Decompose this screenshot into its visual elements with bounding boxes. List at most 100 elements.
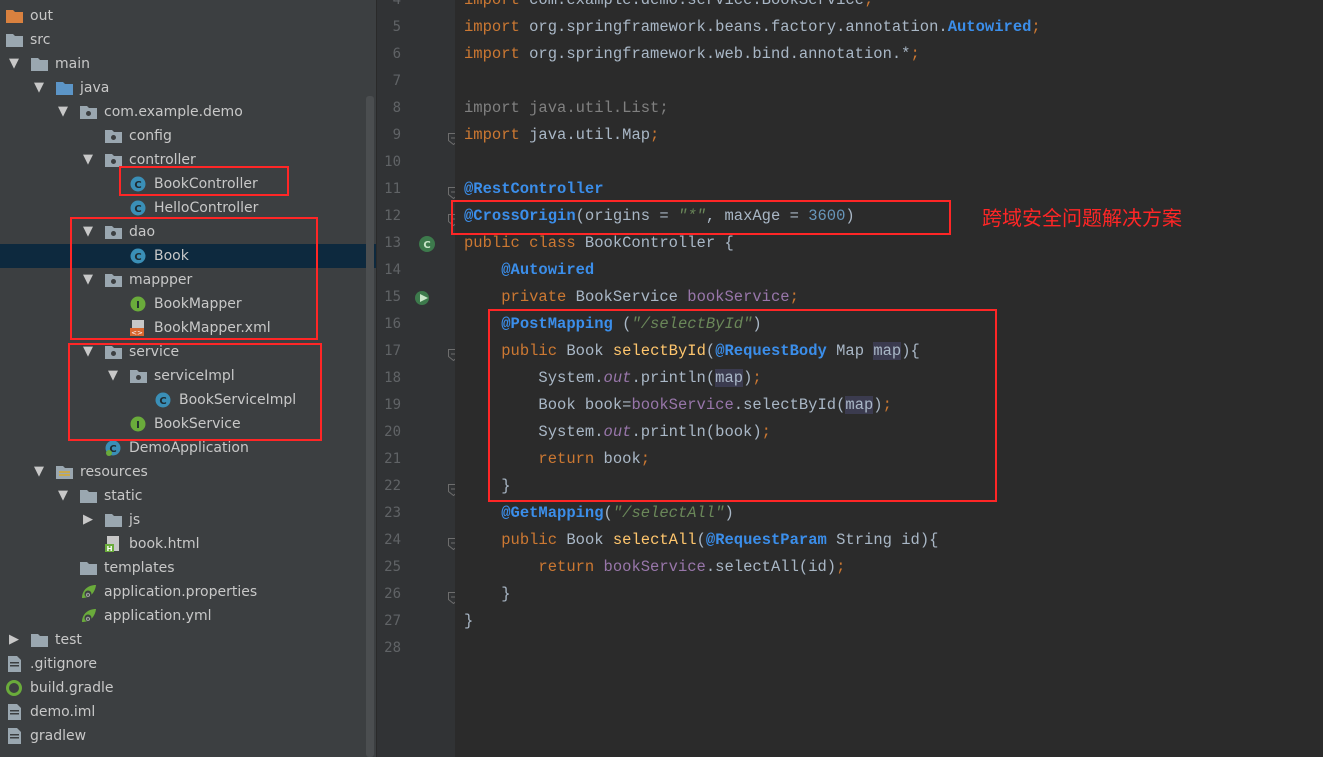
expand-arrow-icon[interactable]: ▼ (81, 148, 95, 172)
tree-item-label: static (104, 488, 143, 504)
tree-item-config[interactable]: config (0, 124, 376, 148)
code-line[interactable]: import org.springframework.beans.factory… (464, 14, 1041, 41)
tree-item-resources[interactable]: ▼ resources (0, 460, 376, 484)
code-token: ; (910, 45, 920, 63)
code-line[interactable]: import com.example.demo.service.BookServ… (464, 0, 873, 14)
code-token: @Autowired (501, 261, 595, 279)
line-number: 26 (384, 586, 401, 602)
code-token: import (464, 0, 530, 9)
spring-bean-gutter-icon[interactable]: C (418, 235, 436, 253)
gradle-icon (6, 680, 23, 696)
line-number: 24 (384, 532, 401, 548)
code-line[interactable]: @RestController (464, 176, 604, 203)
tree-item-label: .gitignore (30, 656, 97, 672)
tree-item-label: test (55, 632, 82, 648)
tree-item-gradlew[interactable]: gradlew (0, 724, 376, 748)
code-token: } (464, 612, 474, 630)
collapse-arrow-icon[interactable]: ▶ (7, 628, 21, 652)
line-number: 13 (384, 235, 401, 251)
line-number: 15 (384, 289, 401, 305)
expand-arrow-icon[interactable]: ▼ (7, 52, 21, 76)
code-line[interactable]: public Book selectAll(@RequestParam Stri… (464, 527, 938, 554)
code-token: ; (836, 558, 846, 576)
line-number: 7 (392, 73, 401, 89)
tree-item-label: src (30, 32, 51, 48)
tree-item-static[interactable]: ▼ static (0, 484, 376, 508)
collapse-arrow-icon[interactable]: ▶ (81, 508, 95, 532)
tree-item-demo-iml[interactable]: demo.iml (0, 700, 376, 724)
code-line[interactable]: } (464, 608, 473, 635)
code-line[interactable]: import java.util.Map; (464, 122, 659, 149)
tree-item-templates[interactable]: templates (0, 556, 376, 580)
code-token: return (538, 558, 604, 576)
tree-item-gitignore[interactable]: .gitignore (0, 652, 376, 676)
code-line[interactable]: import org.springframework.web.bind.anno… (464, 41, 920, 68)
code-line[interactable]: private BookService bookService; (464, 284, 799, 311)
code-token: ) (724, 504, 734, 522)
tree-item-js[interactable]: ▶ js (0, 508, 376, 532)
navigate-gutter-icon[interactable] (414, 289, 432, 307)
code-token: Book (566, 531, 613, 549)
tree-item-src[interactable]: src (0, 28, 376, 52)
line-number: 8 (392, 100, 401, 116)
tree-item-java[interactable]: ▼ java (0, 76, 376, 100)
tree-scrollbar[interactable] (366, 96, 374, 757)
expand-arrow-icon[interactable]: ▼ (32, 76, 46, 100)
code-line[interactable]: @GetMapping("/selectAll") (464, 500, 734, 527)
code-token: ; (1031, 18, 1041, 36)
tree-item-label: templates (104, 560, 175, 576)
code-token: BookService (575, 288, 688, 306)
code-line[interactable]: return bookService.selectAll(id); (464, 554, 845, 581)
code-token: java.util.Map (529, 126, 651, 144)
tree-item-build-gradle[interactable]: build.gradle (0, 676, 376, 700)
folder-orange-icon (6, 8, 23, 24)
line-number: 25 (384, 559, 401, 575)
code-line[interactable]: import java.util.List; (464, 95, 669, 122)
spring-leaf-icon: ⚙ (80, 608, 97, 624)
tree-item-main[interactable]: ▼ main (0, 52, 376, 76)
code-token: ; (650, 126, 660, 144)
code-token: public class (464, 234, 585, 252)
spring-leaf-icon: ⚙ (80, 584, 97, 600)
tree-item-com-example-demo[interactable]: ▼ com.example.demo (0, 100, 376, 124)
tree-item-application-properties[interactable]: ⚙ application.properties (0, 580, 376, 604)
code-line[interactable]: @Autowired (464, 257, 594, 284)
folder-icon (31, 56, 48, 72)
highlight-box-crossorigin (451, 200, 951, 235)
code-line[interactable]: } (464, 581, 511, 608)
line-number: 18 (384, 370, 401, 386)
expand-arrow-icon[interactable]: ▼ (32, 460, 46, 484)
line-number: 23 (384, 505, 401, 521)
code-token: @RequestParam (705, 531, 827, 549)
code-token: } (464, 585, 511, 603)
tree-item-label: book.html (129, 536, 200, 552)
tree-item-application-yml[interactable]: ⚙ application.yml (0, 604, 376, 628)
tree-item-label: out (30, 8, 53, 24)
tree-item-book-html[interactable]: Hbook.html (0, 532, 376, 556)
package-icon (105, 128, 122, 144)
folder-icon (31, 632, 48, 648)
code-token: BookController { (584, 234, 734, 252)
expand-arrow-icon[interactable]: ▼ (56, 100, 70, 124)
line-number: 27 (384, 613, 401, 629)
html-icon: H (105, 536, 122, 553)
tree-item-out[interactable]: out (0, 4, 376, 28)
code-token: private (501, 288, 576, 306)
folder-blue-icon (56, 80, 73, 96)
code-token: bookService (687, 288, 790, 306)
tree-item-label: main (55, 56, 90, 72)
package-icon (80, 104, 97, 120)
line-number: 16 (384, 316, 401, 332)
expand-arrow-icon[interactable]: ▼ (56, 484, 70, 508)
folder-icon (80, 560, 97, 576)
class-icon: C (130, 200, 147, 216)
code-token: bookService (603, 558, 706, 576)
code-token: import java.util.List; (464, 99, 669, 117)
line-number: 11 (384, 181, 401, 197)
highlight-box-selectbyid (488, 309, 997, 502)
tree-item-test[interactable]: ▶ test (0, 628, 376, 652)
tree-item-label: demo.iml (30, 704, 96, 720)
